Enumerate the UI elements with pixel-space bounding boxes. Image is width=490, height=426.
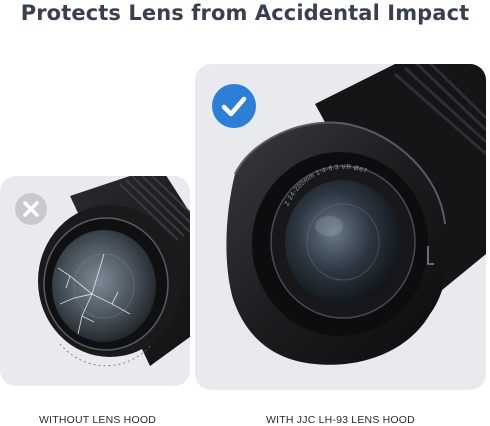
headline-title: Protects Lens from Accidental Impact (20, 1, 470, 25)
without-hood-caption: WITHOUT LENS HOOD (39, 414, 156, 426)
front-glass (52, 230, 156, 342)
front-glass (285, 180, 401, 304)
cross-icon (23, 201, 39, 217)
checkmark-icon (221, 96, 247, 117)
with-hood-badge (212, 84, 256, 128)
with-hood-caption: WITH JJC LH-93 LENS HOOD (266, 414, 415, 426)
glass-highlight (315, 216, 343, 236)
without-hood-badge (15, 193, 47, 225)
